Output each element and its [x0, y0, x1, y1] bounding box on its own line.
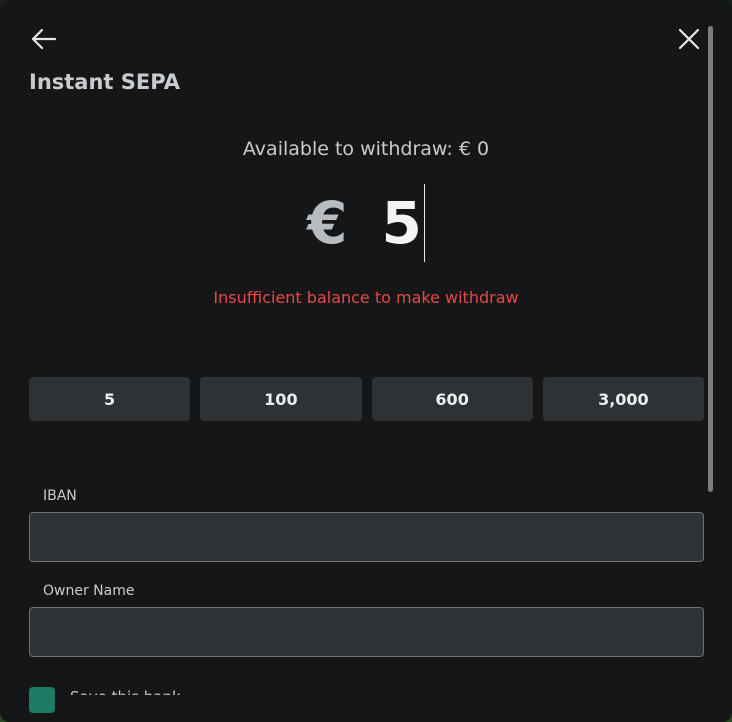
error-message: Insufficient balance to make withdraw	[213, 288, 519, 307]
back-button[interactable]	[29, 24, 59, 54]
scrollbar-thumb[interactable]	[708, 26, 713, 492]
preset-button-5[interactable]: 5	[29, 377, 191, 421]
available-balance: Available to withdraw: € 0	[242, 138, 490, 160]
preset-button-600[interactable]: 600	[371, 377, 533, 421]
page-title: Instant SEPA	[29, 70, 180, 94]
preset-button-3000[interactable]: 3,000	[542, 377, 704, 421]
amount-row: € 5	[0, 184, 732, 262]
close-icon	[678, 28, 700, 50]
currency-symbol: €	[307, 189, 348, 257]
amount-input[interactable]: 5	[382, 184, 425, 262]
save-bank-checkbox[interactable]	[29, 687, 55, 713]
withdraw-modal: Instant SEPA Available to withdraw: € 0 …	[0, 0, 732, 722]
arrow-left-icon	[31, 28, 57, 50]
owner-name-label: Owner Name	[43, 583, 135, 599]
preset-amounts: 5 100 600 3,000	[29, 377, 704, 421]
preset-button-100[interactable]: 100	[200, 377, 362, 421]
iban-label: IBAN	[43, 488, 77, 504]
save-bank-label: Save this bank	[70, 688, 181, 695]
iban-input[interactable]	[29, 512, 704, 562]
owner-name-input[interactable]	[29, 607, 704, 657]
close-button[interactable]	[674, 24, 704, 54]
